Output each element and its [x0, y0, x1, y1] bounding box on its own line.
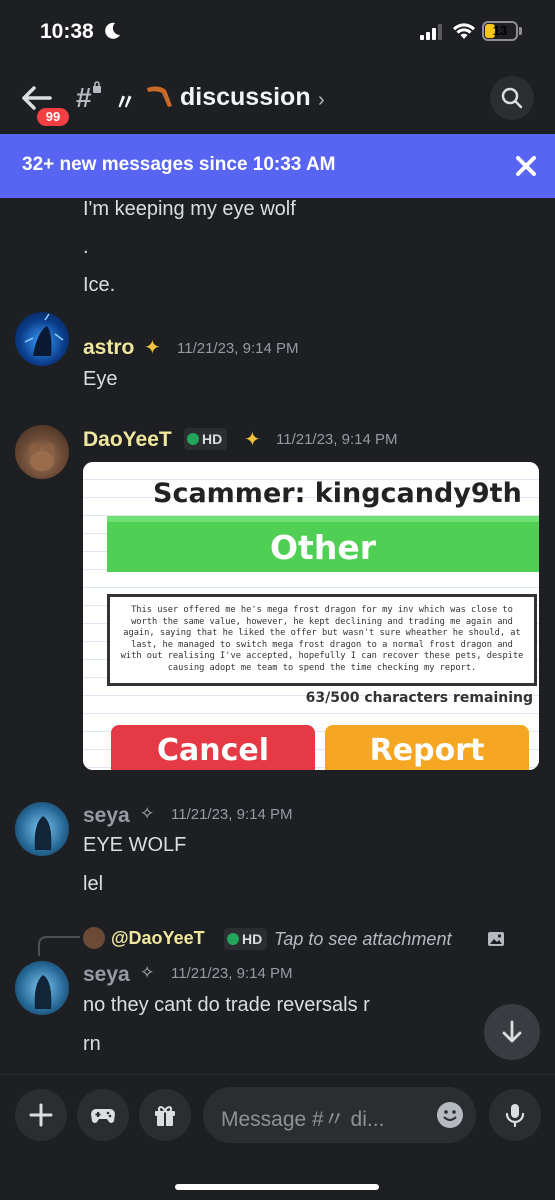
- badge-icon: ✧: [140, 963, 155, 982]
- avatar[interactable]: [15, 425, 69, 479]
- server-tag: HD: [184, 428, 228, 450]
- message-timestamp: 11/21/23, 9:14 PM: [276, 431, 398, 448]
- attachment-remaining: 63/500 characters remaining: [305, 690, 533, 706]
- message-list: I'm keeping my eye wolf . Ice. astro ✦ 1…: [0, 198, 555, 1074]
- avatar[interactable]: [15, 312, 69, 366]
- channel-header: 99 # 〃 discussion ›: [0, 62, 555, 134]
- channel-prefix: 〃: [114, 90, 137, 115]
- home-indicator: [175, 1184, 379, 1190]
- message-text: Ice.: [83, 274, 116, 296]
- mic-icon: [505, 1104, 525, 1128]
- message-author[interactable]: seya: [83, 963, 130, 987]
- attachment-cancel: Cancel: [111, 725, 315, 770]
- message-author[interactable]: astro: [83, 336, 134, 360]
- image-attachment[interactable]: Scammer: kingcandy9th Other This user of…: [83, 462, 539, 770]
- voice-message-button[interactable]: [489, 1089, 541, 1141]
- reply-preview[interactable]: Tap to see attachment: [274, 929, 451, 950]
- emoji-icon[interactable]: [437, 1102, 463, 1128]
- server-tag: HD: [224, 928, 268, 950]
- attachment-body: This user offered me he's mega frost dra…: [107, 594, 537, 686]
- message-timestamp: 11/21/23, 9:14 PM: [171, 965, 293, 982]
- reply-connector: [38, 936, 80, 956]
- chevron-right-icon[interactable]: ›: [318, 89, 325, 112]
- message-text: rn: [83, 1033, 101, 1055]
- attachment-category: Other: [107, 516, 539, 572]
- boomerang-emoji-icon: [147, 86, 172, 107]
- status-bar: 10:38 13: [0, 0, 555, 62]
- plus-icon: [29, 1103, 53, 1127]
- message-text: I'm keeping my eye wolf: [83, 198, 296, 220]
- reply-author[interactable]: @DaoYeeT: [111, 928, 205, 949]
- avatar[interactable]: [15, 802, 69, 856]
- lock-icon: [93, 81, 101, 93]
- message-placeholder: Message #〃 di...: [221, 1108, 385, 1131]
- badge-icon: ✧: [140, 804, 155, 823]
- battery-indicator: 13: [482, 21, 518, 41]
- signal-icon: [420, 24, 442, 40]
- message-timestamp: 11/21/23, 9:14 PM: [171, 806, 293, 823]
- add-attachment-button[interactable]: [15, 1089, 67, 1141]
- message-text: EYE WOLF: [83, 834, 187, 856]
- moon-icon: [105, 22, 120, 39]
- message-input[interactable]: Message #〃 di...: [203, 1087, 476, 1143]
- gift-button[interactable]: [139, 1089, 191, 1141]
- arrow-down-icon: [502, 1020, 522, 1043]
- reply-avatar: [83, 927, 105, 949]
- avatar[interactable]: [15, 961, 69, 1015]
- activities-button[interactable]: [77, 1089, 129, 1141]
- unread-badge: 99: [34, 105, 72, 129]
- status-time: 10:38: [40, 20, 94, 43]
- gift-icon: [155, 1106, 175, 1126]
- sparkle-icon: ✦: [244, 429, 261, 451]
- battery-level: 13: [492, 23, 508, 38]
- jump-to-bottom-button[interactable]: [484, 1004, 540, 1060]
- message-text: Eye: [83, 368, 118, 390]
- wifi-icon: [453, 23, 475, 39]
- search-icon: [501, 87, 523, 109]
- message-composer: Message #〃 di...: [0, 1074, 555, 1200]
- message-author[interactable]: seya: [83, 804, 130, 828]
- new-messages-banner[interactable]: 32+ new messages since 10:33 AM: [0, 134, 555, 198]
- image-icon: [488, 932, 504, 946]
- message-text: lel: [83, 873, 104, 895]
- message-text: .: [83, 236, 89, 258]
- channel-name[interactable]: discussion: [180, 83, 311, 112]
- search-button[interactable]: [490, 76, 534, 120]
- hash-lock-icon: #: [76, 82, 92, 113]
- attachment-report: Report: [325, 725, 529, 770]
- message-author[interactable]: DaoYeeT: [83, 428, 172, 452]
- close-icon[interactable]: [512, 152, 540, 180]
- sparkle-icon: ✦: [144, 337, 161, 359]
- message-text: no they cant do trade reversals r: [83, 994, 370, 1016]
- gamepad-icon: [91, 1109, 115, 1123]
- message-timestamp: 11/21/23, 9:14 PM: [177, 340, 299, 357]
- banner-text: 32+ new messages since 10:33 AM: [22, 154, 336, 175]
- attachment-title: Scammer: kingcandy9th: [153, 478, 522, 509]
